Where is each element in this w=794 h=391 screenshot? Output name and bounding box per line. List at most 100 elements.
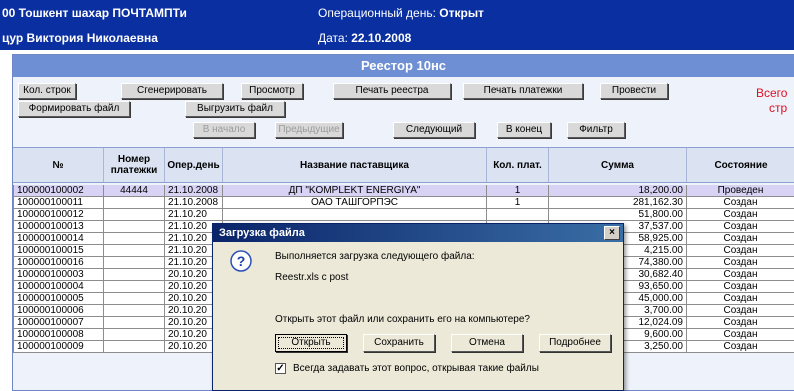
table-cell: Создан	[687, 221, 794, 233]
table-cell	[104, 197, 165, 209]
form-file-button[interactable]: Формировать файл	[18, 101, 130, 117]
nav-previous-button[interactable]: Предыдущие	[275, 122, 343, 138]
table-cell	[104, 257, 165, 269]
col-status[interactable]: Состояние	[687, 148, 794, 182]
table-cell: 100000100007	[13, 317, 104, 329]
op-day-label: Операционный день:	[318, 6, 436, 20]
table-row[interactable]: 100000100011 21.10.2008 ОАО ТАШГОРПЭС 1 281,…	[13, 197, 794, 209]
table-cell: 100000100004	[13, 281, 104, 293]
total-label-1: Всего	[756, 86, 788, 100]
save-button[interactable]: Сохранить	[363, 334, 435, 352]
always-ask-label: Всегда задавать этот вопрос, открывая та…	[293, 363, 539, 374]
cancel-button[interactable]: Отмена	[451, 334, 523, 352]
table-header: № Номер платежки Опер.день Название паст…	[13, 147, 794, 183]
svg-text:?: ?	[237, 253, 246, 269]
table-cell: Создан	[687, 293, 794, 305]
table-cell: 281,162.30	[549, 197, 687, 209]
table-cell: Создан	[687, 245, 794, 257]
table-cell: 100000100005	[13, 293, 104, 305]
nav-first-button[interactable]: В начало	[193, 122, 255, 138]
table-cell: 51,800.00	[549, 209, 687, 221]
col-pay-count[interactable]: Кол. плат.	[487, 148, 549, 182]
table-cell: 18,200.00	[549, 185, 687, 197]
filter-button[interactable]: Фильтр	[567, 122, 625, 138]
table-cell: 100000100012	[13, 209, 104, 221]
table-cell: Создан	[687, 257, 794, 269]
work-date: Дата: 22.10.2008	[318, 31, 411, 45]
table-cell: 100000100003	[13, 269, 104, 281]
row-count-button[interactable]: Кол. строк	[18, 83, 76, 99]
print-payment-button[interactable]: Печать платежки	[463, 83, 583, 99]
table-cell: 100000100014	[13, 233, 104, 245]
total-label-2: стр	[769, 101, 788, 115]
dialog-title: Загрузка файла	[213, 224, 623, 242]
table-cell: Создан	[687, 341, 794, 353]
open-button[interactable]: Открыть	[275, 334, 347, 352]
table-cell: 100000100015	[13, 245, 104, 257]
nav-last-button[interactable]: В конец	[497, 122, 551, 138]
table-cell: 100000100011	[13, 197, 104, 209]
table-cell: 1	[487, 197, 549, 209]
col-op-day[interactable]: Опер.день	[165, 148, 223, 182]
table-cell	[104, 293, 165, 305]
table-cell	[104, 245, 165, 257]
user-name: цур Виктория Николаевна	[2, 31, 158, 45]
table-cell: 100000100008	[13, 329, 104, 341]
panel-title: Реестор 10нс	[13, 55, 794, 77]
nav-next-button[interactable]: Следующий	[393, 122, 475, 138]
col-supplier[interactable]: Название паставщика	[223, 148, 487, 182]
table-cell: Проведен	[687, 185, 794, 197]
preview-button[interactable]: Просмотр	[241, 83, 303, 99]
table-row[interactable]: 100000100002 44444 21.10.2008 ДП "KOMPLEKT …	[13, 185, 794, 197]
table-cell: ОАО ТАШГОРПЭС	[223, 197, 487, 209]
table-cell	[104, 209, 165, 221]
table-cell: 1	[487, 185, 549, 197]
op-day-value: Открыт	[439, 6, 484, 20]
col-number[interactable]: №	[13, 148, 104, 182]
op-day: Операционный день: Открыт	[318, 6, 484, 20]
table-cell: 100000100016	[13, 257, 104, 269]
table-cell: Создан	[687, 281, 794, 293]
table-cell	[104, 341, 165, 353]
table-cell: 21.10.20	[165, 209, 223, 221]
table-cell: Создан	[687, 233, 794, 245]
table-cell: 21.10.2008	[165, 185, 223, 197]
details-button[interactable]: Подробнее	[539, 334, 611, 352]
col-amount[interactable]: Сумма	[549, 148, 687, 182]
dialog-question: Открыть этот файл или сохранить его на к…	[275, 314, 530, 325]
table-cell: Создан	[687, 317, 794, 329]
table-cell	[104, 305, 165, 317]
table-cell: Создан	[687, 209, 794, 221]
table-row[interactable]: 100000100012 21.10.20 51,800.00 Создан	[13, 209, 794, 221]
table-cell	[104, 269, 165, 281]
table-cell: 100000100009	[13, 341, 104, 353]
table-cell: 100000100013	[13, 221, 104, 233]
table-cell: Создан	[687, 329, 794, 341]
org-name: 00 Тошкент шахар ПОЧТАМПТи	[2, 6, 187, 20]
generate-button[interactable]: Сгенерировать	[121, 83, 223, 99]
always-ask-checkbox[interactable]: ✓	[275, 363, 286, 374]
table-cell	[104, 317, 165, 329]
table-cell: 44444	[104, 185, 165, 197]
dialog-message: Выполняется загрузка следующего файла:	[275, 251, 475, 262]
table-cell: Создан	[687, 305, 794, 317]
post-button[interactable]: Провести	[600, 83, 668, 99]
date-label: Дата:	[318, 31, 348, 45]
close-icon[interactable]: ×	[604, 226, 620, 240]
table-cell	[104, 233, 165, 245]
print-registry-button[interactable]: Печать реестра	[333, 83, 451, 99]
date-value: 22.10.2008	[351, 31, 412, 45]
table-cell: ДП "KOMPLEKT ENERGIYA"	[223, 185, 487, 197]
table-cell: Создан	[687, 197, 794, 209]
table-cell: 100000100002	[13, 185, 104, 197]
table-cell: 100000100006	[13, 305, 104, 317]
table-cell	[104, 329, 165, 341]
col-payment-number[interactable]: Номер платежки	[104, 148, 165, 182]
app-header: 00 Тошкент шахар ПОЧТАМПТи цур Виктория …	[0, 0, 794, 50]
table-cell	[104, 281, 165, 293]
dialog-filename: Reestr.xls с post	[275, 272, 349, 283]
table-cell	[104, 221, 165, 233]
export-file-button[interactable]: Выгрузить файл	[185, 101, 285, 117]
file-download-dialog: Загрузка файла × ? Выполняется загрузка …	[212, 223, 624, 391]
table-cell: 21.10.2008	[165, 197, 223, 209]
